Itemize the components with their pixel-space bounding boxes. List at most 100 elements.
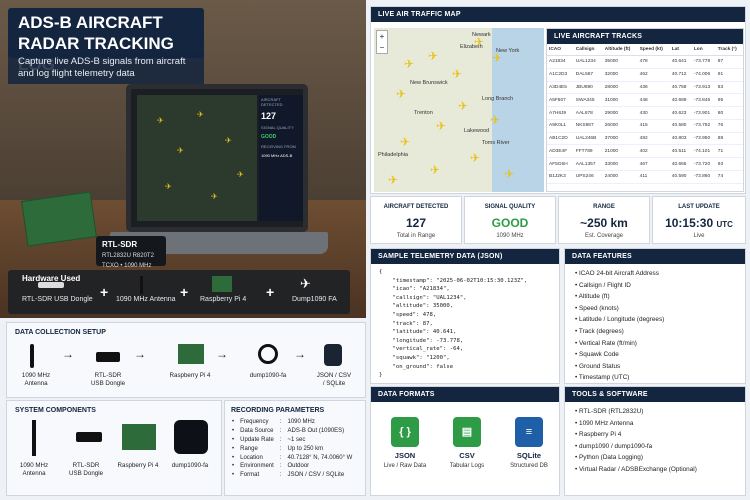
telemetry-code: { "timestamp": "2025-06-02T10:15:30.123Z… (379, 269, 528, 379)
page-title: ADS-B AIRCRAFT RADAR TRACKING LOG (8, 8, 204, 74)
table-cell: AF5G6H (547, 157, 574, 172)
params-title: RECORDING PARAMETERS (231, 407, 325, 414)
antenna-icon (30, 344, 34, 368)
live-traffic-map[interactable]: + − Newark Elizabeth New York New Brunswi… (374, 28, 544, 192)
table-cell: 40.641 (669, 55, 692, 69)
table-cell: 93 (715, 157, 743, 172)
map-label: Long Branch (482, 96, 514, 102)
table-row[interactable]: A7H8J9 AAL678 29000 430 40.623 -73.901 80 (547, 106, 743, 120)
param-value: ~1 sec (287, 436, 306, 443)
tool-item: 1090 MHz Antenna (575, 418, 735, 430)
raspberry-pi-icon (212, 276, 232, 292)
stat-signal-quality: SIGNAL QUALITY GOOD 1090 MHz (464, 196, 556, 244)
aircraft-marker-icon[interactable]: ✈ (388, 174, 398, 186)
arrow-right-icon: → (62, 347, 74, 361)
table-row[interactable]: A21834 UAL1234 35000 478 40.641 -73.778 87 (547, 55, 743, 69)
param-row: • Location:40.7128° N, 74.0060° W (229, 453, 355, 462)
param-bullet: • (232, 472, 235, 479)
table-row[interactable]: A1C2D3 DAL567 32000 462 40.712 -74.006 91 (547, 68, 743, 82)
column-header[interactable]: Lat (669, 44, 692, 56)
column-header[interactable]: Track (°) (715, 44, 743, 56)
usb-dongle-icon (76, 432, 102, 442)
table-cell: 32000 (602, 68, 638, 82)
aircraft-marker-icon[interactable]: ✈ (490, 114, 500, 126)
flow-step-label: 1090 MHz Antenna (21, 372, 51, 387)
component-label: Raspberry Pi 4 (117, 462, 159, 469)
table-cell: 40.689 (669, 93, 692, 108)
table-cell: FFT789 (573, 144, 603, 159)
zoom-control[interactable]: + − (376, 30, 388, 54)
map-label: Lakewood (464, 128, 490, 134)
table-cell: UAL1234 (573, 55, 603, 69)
format-csv-icon: ▤ (453, 417, 481, 447)
telemetry-panel: SAMPLE TELEMETRY DATA (JSON) { "timestam… (370, 248, 560, 384)
zoom-in-button[interactable]: + (377, 31, 387, 42)
param-colon: : (279, 454, 282, 461)
param-value: 40.7128° N, 74.0060° W (287, 454, 353, 461)
param-value: 1090 MHz (287, 419, 315, 426)
aircraft-marker-icon[interactable]: ✈ (470, 152, 480, 164)
stat-last-update: LAST UPDATE 10:15:30 UTC Live (652, 196, 746, 244)
format-name: SQLite (516, 451, 542, 460)
table-cell: 33000 (602, 157, 638, 172)
table-cell: NKS987 (573, 119, 603, 133)
arrow-right-icon: → (216, 347, 228, 361)
table-row[interactable]: B1J2K3 UPS246 24000 411 40.590 -73.860 74 (547, 170, 743, 184)
table-cell: 40.665 (669, 157, 692, 172)
sdr-dongle: RTL-SDR RTL2832U R820T2 TCXO • 1090 MHz (96, 236, 166, 269)
table-row[interactable]: A9K0L1 NKS987 26000 415 40.580 -73.792 76 (547, 119, 743, 133)
table-row[interactable]: AB1C2D UAL246B 37000 482 40.803 -73.950 88 (547, 132, 743, 146)
aircraft-marker-icon[interactable]: ✈ (436, 120, 446, 132)
column-header[interactable]: Callsign (573, 44, 603, 56)
aircraft-marker-icon[interactable]: ✈ (428, 50, 438, 62)
aircraft-marker-icon[interactable]: ✈ (458, 100, 468, 112)
table-row[interactable]: A5F607 SWA345 31000 448 40.689 -73.845 95 (547, 93, 743, 108)
screen-value: 127 (261, 111, 277, 121)
param-bullet: • (232, 463, 235, 470)
table-cell: -73.950 (691, 132, 716, 146)
table-cell: -73.792 (691, 119, 716, 133)
table-cell: 40.712 (669, 68, 692, 82)
feature-item: ICAO 24-bit Aircraft Address (575, 268, 735, 280)
aircraft-marker-icon[interactable]: ✈ (400, 136, 410, 148)
param-row: • Data Source: ADS-B Out (1090ES) (229, 427, 355, 436)
column-header[interactable]: Speed (kt) (637, 44, 670, 56)
tool-item: RTL-SDR (RTL2832U) (575, 406, 735, 418)
stat-head: LAST UPDATE (678, 204, 720, 210)
aircraft-marker-icon[interactable]: ✈ (404, 58, 414, 70)
table-cell: 71 (715, 144, 743, 159)
param-colon: : (279, 419, 282, 426)
table-row[interactable]: AD3E4F FFT789 21000 402 40.511 -74.101 71 (547, 144, 743, 159)
stat-value: 127 (405, 216, 427, 230)
column-header[interactable]: ICAO (547, 44, 574, 56)
screen-freq: 1090 MHz ADS-B (261, 153, 293, 158)
table-cell: 24000 (602, 170, 638, 184)
stat-sub: Total in Range (396, 233, 436, 239)
param-row: • Range: Up to 250 km (229, 444, 355, 453)
aircraft-tracks-panel: LIVE AIRCRAFT TRACKS ICAO Callsign Altitud… (546, 28, 744, 192)
stat-sub: Est. Coverage (584, 233, 624, 239)
aircraft-marker-icon[interactable]: ✈ (474, 36, 484, 48)
zoom-out-button[interactable]: − (377, 42, 387, 53)
aircraft-marker-icon[interactable]: ✈ (504, 168, 514, 180)
format-sub: Structured DB (510, 463, 548, 469)
table-cell: SWA345 (573, 93, 603, 108)
table-cell: 40.758 (669, 81, 692, 95)
table-row[interactable]: A3D4E5 JBU890 28000 436 40.758 -73.913 83 (547, 81, 743, 95)
aircraft-marker-icon[interactable]: ✈ (452, 68, 462, 80)
column-header[interactable]: Altitude (ft) (602, 44, 638, 56)
screen-label-detected: AIRCRAFT DETECTED (261, 97, 283, 107)
table-cell: 40.580 (669, 119, 692, 133)
param-value: Outdoor (287, 463, 310, 470)
aircraft-marker-icon[interactable]: ✈ (492, 52, 502, 64)
aircraft-marker-icon[interactable]: ✈ (396, 88, 406, 100)
usb-dongle-icon (96, 352, 120, 362)
param-value: JSON / CSV / SQLite (287, 472, 345, 479)
features-title: DATA FEATURES (565, 249, 745, 264)
column-header[interactable]: Lon (691, 44, 716, 56)
table-row[interactable]: AF5G6H AAL1357 33000 467 40.665 -73.720 93 (547, 157, 743, 172)
title-line1: ADS-B AIRCRAFT (18, 13, 163, 32)
hero-banner: ✈ ✈ ✈ ✈ ✈ ✈ ✈ AIRCRAFT DETECTED 127 SIGN… (0, 0, 366, 318)
table-cell: B1J2K3 (547, 170, 574, 184)
aircraft-marker-icon[interactable]: ✈ (430, 164, 440, 176)
